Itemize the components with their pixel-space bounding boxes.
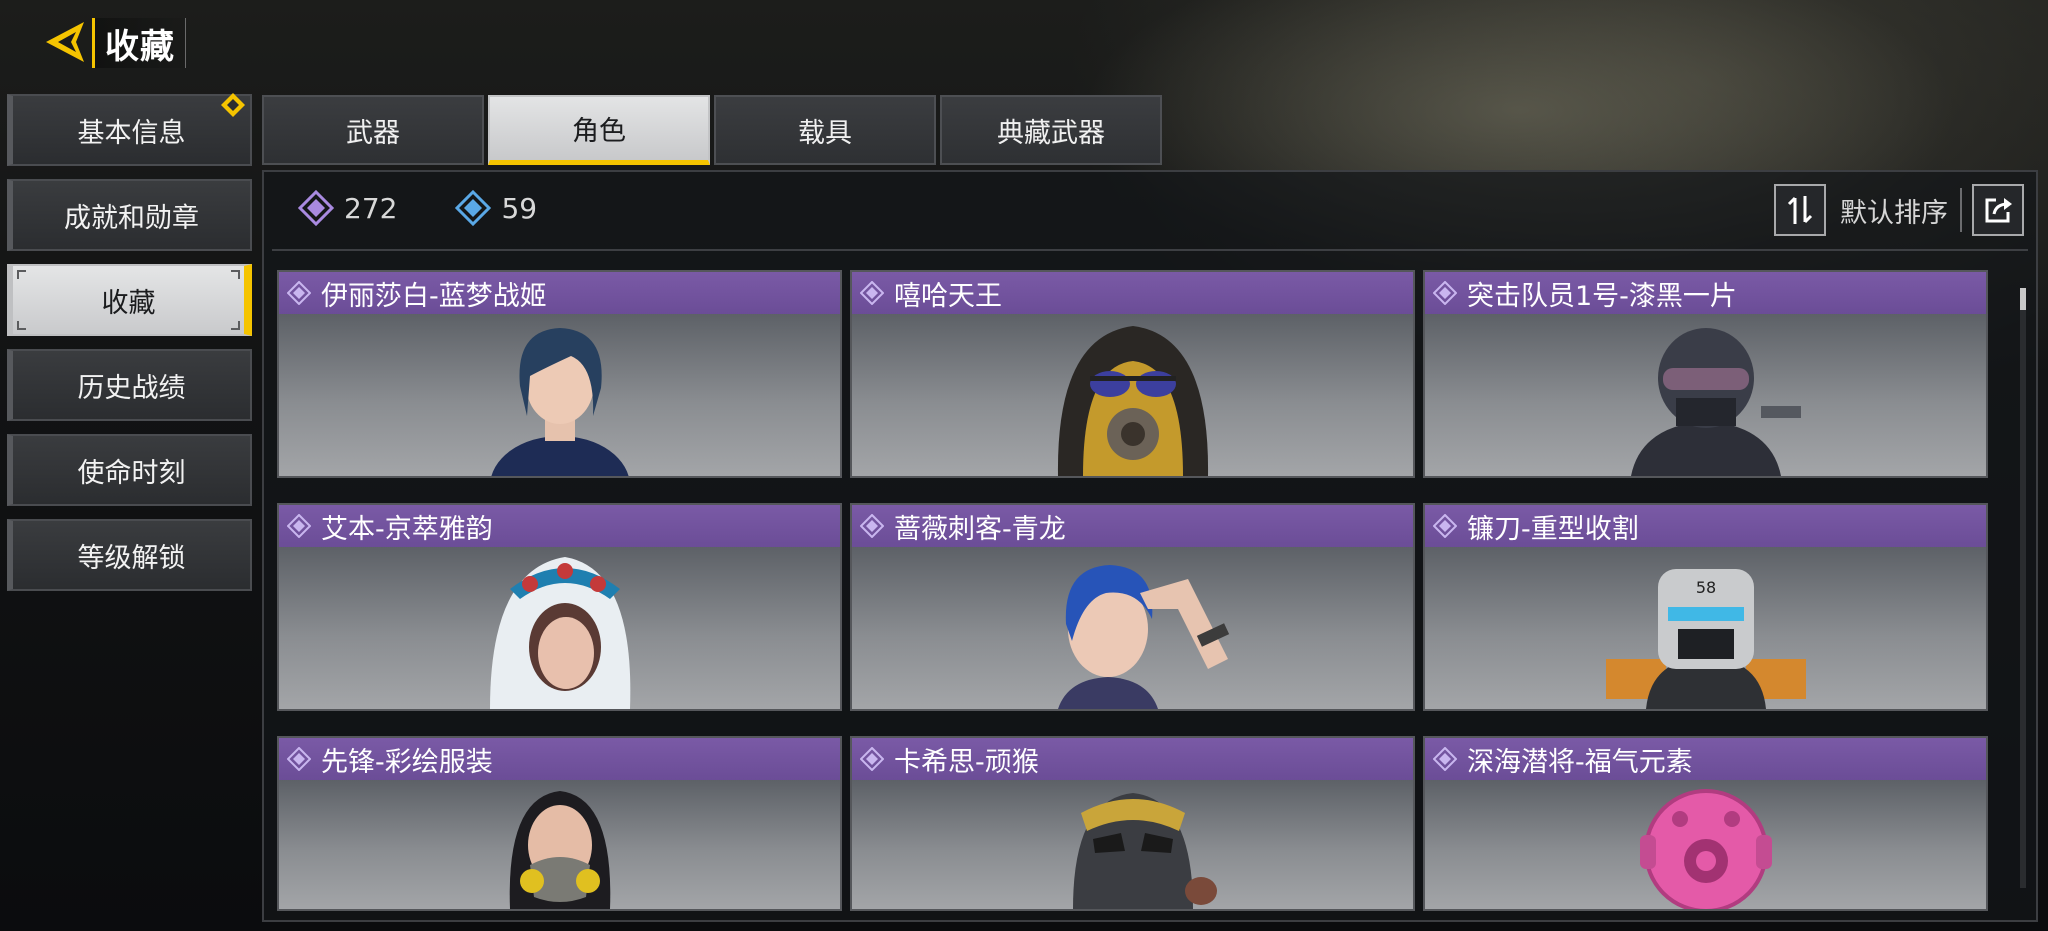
category-tabs: 武器 角色 载具 典藏武器: [262, 95, 1162, 165]
blue-count-stat: 59: [455, 190, 577, 226]
rarity-diamond-icon: [1433, 514, 1457, 538]
character-portrait: [1639, 789, 1772, 909]
character-portrait: [1057, 565, 1229, 709]
sort-label[interactable]: 默认排序: [1840, 191, 1948, 230]
character-name: 突击队员1号-漆黑一片: [1467, 280, 1737, 312]
side-nav: 基本信息 成就和勋章 收藏 历史战绩 使命时刻 等级解锁: [7, 93, 252, 604]
share-button[interactable]: [1972, 184, 2024, 236]
sort-toggle-button[interactable]: [1774, 184, 1826, 236]
purple-count-stat: 272: [298, 190, 437, 226]
tab-vehicles[interactable]: 载具: [714, 95, 936, 165]
character-name: 卡希思-顽猴: [894, 746, 1039, 778]
toolbar-divider: [1960, 188, 1962, 232]
character-card[interactable]: 蔷薇刺客-青龙: [850, 503, 1415, 711]
sidebar-item-achievements[interactable]: 成就和勋章: [7, 179, 252, 251]
character-card[interactable]: 艾本-京萃雅韵: [277, 503, 842, 711]
character-portrait: 58: [1605, 569, 1806, 709]
back-button[interactable]: [36, 16, 94, 68]
sidebar-item-label: 使命时刻: [77, 457, 186, 489]
sidebar-item-label: 基本信息: [77, 117, 186, 149]
character-card[interactable]: 深海潜将-福气元素: [1423, 736, 1988, 911]
rarity-diamond-icon: [287, 281, 311, 305]
rarity-diamond-icon: [1433, 281, 1457, 305]
character-portrait: [509, 791, 610, 909]
character-name: 先锋-彩绘服装: [321, 746, 493, 778]
back-arrow-icon: [46, 22, 84, 62]
purple-rarity-icon: [298, 190, 334, 226]
new-badge-icon: [221, 93, 245, 117]
scroll-thumb[interactable]: [2020, 288, 2026, 310]
sort-arrows-icon: [1787, 196, 1813, 224]
character-portrait: [1072, 793, 1217, 909]
share-icon: [1985, 198, 2012, 223]
sidebar-item-label: 等级解锁: [77, 542, 186, 574]
collection-stats: 272 59: [298, 190, 577, 226]
sidebar-item-moments[interactable]: 使命时刻: [7, 434, 252, 506]
character-name: 嘻哈天王: [894, 280, 1002, 312]
rarity-diamond-icon: [860, 747, 884, 771]
character-name: 伊丽莎白-蓝梦战姬: [321, 280, 547, 312]
rarity-diamond-icon: [287, 747, 311, 771]
character-card[interactable]: 伊丽莎白-蓝梦战姬: [277, 270, 842, 478]
character-name: 蔷薇刺客-青龙: [894, 513, 1066, 545]
blue-count: 59: [501, 191, 538, 225]
character-card[interactable]: 镰刀-重型收割 58: [1423, 503, 1988, 711]
character-name: 艾本-京萃雅韵: [321, 513, 493, 545]
character-portrait: [1630, 328, 1801, 476]
character-card[interactable]: 卡希思-顽猴: [850, 736, 1415, 911]
blue-rarity-icon: [455, 190, 492, 226]
character-portrait: [1057, 326, 1208, 476]
sidebar-item-basic-info[interactable]: 基本信息: [7, 93, 252, 166]
svg-text:58: 58: [1695, 578, 1715, 597]
header-divider: [272, 249, 2028, 251]
character-card[interactable]: 突击队员1号-漆黑一片: [1423, 270, 1988, 478]
character-name: 镰刀-重型收割: [1467, 513, 1639, 545]
character-card[interactable]: 先锋-彩绘服装: [277, 736, 842, 911]
sidebar-item-level-unlocks[interactable]: 等级解锁: [7, 519, 252, 591]
scrollbar[interactable]: [2020, 288, 2026, 888]
character-portrait: [489, 557, 630, 709]
character-name: 深海潜将-福气元素: [1467, 746, 1693, 778]
sidebar-item-collection[interactable]: 收藏: [7, 264, 252, 336]
rarity-diamond-icon: [1433, 747, 1457, 771]
sidebar-item-match-history[interactable]: 历史战绩: [7, 349, 252, 421]
rarity-diamond-icon: [287, 514, 311, 538]
character-card[interactable]: 嘻哈天王: [850, 270, 1415, 478]
rarity-diamond-icon: [860, 281, 884, 305]
sidebar-item-label: 成就和勋章: [64, 202, 199, 234]
collection-panel: 272 59 默认排序 伊丽莎白-蓝梦战姬 嘻哈天王 突击队员1号-漆黑一片 艾…: [262, 170, 2038, 922]
page-title: 收藏: [92, 18, 186, 68]
tab-characters[interactable]: 角色: [488, 95, 710, 165]
sidebar-item-label: 收藏: [101, 287, 156, 319]
character-grid: 伊丽莎白-蓝梦战姬 嘻哈天王 突击队员1号-漆黑一片 艾本-京萃雅韵 蔷薇刺客-…: [277, 270, 1991, 911]
rarity-diamond-icon: [860, 514, 884, 538]
purple-count: 272: [344, 191, 398, 225]
sidebar-item-label: 历史战绩: [77, 372, 186, 404]
tab-weapons[interactable]: 武器: [262, 95, 484, 165]
tab-legendary-weapons[interactable]: 典藏武器: [940, 95, 1162, 165]
toolbar: 默认排序: [1774, 182, 2024, 238]
character-portrait: [490, 328, 629, 476]
